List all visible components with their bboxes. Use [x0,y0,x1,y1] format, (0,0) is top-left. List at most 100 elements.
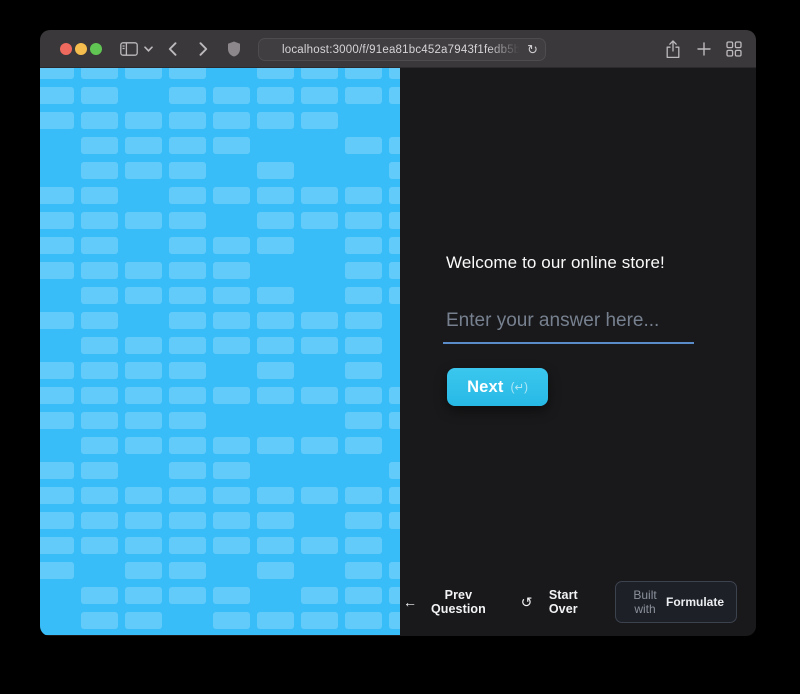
pattern-tile [40,412,74,429]
pattern-tile [40,487,74,504]
pattern-tile [213,537,250,554]
prev-question-button[interactable]: ← Prev Question [403,588,495,616]
pattern-tile [257,612,294,629]
pattern-tile [81,362,118,379]
pattern-tile [40,112,74,129]
pattern-tile [301,537,338,554]
pattern-tile [257,237,294,254]
pattern-tile [389,162,400,179]
pattern-tile [345,212,382,229]
pattern-tile [169,237,206,254]
chevron-down-icon[interactable] [144,30,153,68]
pattern-tile [389,187,400,204]
pattern-tile [169,462,206,479]
bottom-bar: ← Prev Question ↺ Start Over Built with … [400,588,756,616]
pattern-tile [213,612,250,629]
pattern-tile [389,462,400,479]
pattern-tile [40,312,74,329]
form-panel: Welcome to our online store! Next (↵) ← … [400,68,756,635]
restart-icon: ↺ [521,595,533,609]
pattern-tile [345,87,382,104]
pattern-tile [169,437,206,454]
privacy-shield-icon[interactable] [227,30,241,68]
pattern-tile [257,162,294,179]
pattern-tile [169,262,206,279]
pattern-tile [389,287,400,304]
pattern-tile [257,337,294,354]
pattern-tile [125,137,162,154]
zoom-button[interactable] [90,43,102,55]
pattern-tile [213,312,250,329]
pattern-tile [257,287,294,304]
browser-window: localhost:3000/f/91ea81bc452a7943f1fedb5… [40,30,756,636]
pattern-tile [257,212,294,229]
pattern-tile [40,87,74,104]
pattern-tile [40,512,74,529]
pattern-tile [389,562,400,579]
enter-key-hint: (↵) [511,380,528,394]
pattern-tile [81,237,118,254]
pattern-tile [389,68,400,79]
pattern-tile [81,187,118,204]
address-bar[interactable]: localhost:3000/f/91ea81bc452a7943f1fedb5… [258,38,546,61]
pattern-tile [301,612,338,629]
pattern-tile [125,362,162,379]
pattern-tile [345,387,382,404]
pattern-tile [345,362,382,379]
pattern-tile [81,462,118,479]
answer-input[interactable] [443,306,694,342]
pattern-tile [389,262,400,279]
pattern-tile [345,137,382,154]
pattern-tile [81,412,118,429]
pattern-tile [169,137,206,154]
badge-prefix: Built with [628,588,662,616]
pattern-tile [213,262,250,279]
built-with-formulate-badge[interactable]: Built with Formulate [615,581,737,623]
pattern-tile [213,112,250,129]
pattern-tile [81,437,118,454]
pattern-tile [257,562,294,579]
pattern-tile [257,112,294,129]
address-bar-url: localhost:3000/f/91ea81bc452a7943f1fedb5… [282,44,522,56]
pattern-tile [169,412,206,429]
pattern-tile [40,387,74,404]
pattern-tile [125,387,162,404]
forward-button-icon[interactable] [199,30,208,68]
start-over-button[interactable]: ↺ Start Over [521,588,589,616]
pattern-tile [40,562,74,579]
pattern-tile [389,587,400,604]
pattern-tile [40,212,74,229]
next-button[interactable]: Next (↵) [447,368,548,406]
pattern-tile [389,212,400,229]
back-button-icon[interactable] [168,30,177,68]
browser-titlebar: localhost:3000/f/91ea81bc452a7943f1fedb5… [40,30,756,68]
pattern-tile [301,337,338,354]
pattern-tile [301,487,338,504]
pattern-tile [345,287,382,304]
pattern-tile [257,437,294,454]
pattern-tile [169,537,206,554]
pattern-tile [125,412,162,429]
close-button[interactable] [60,43,72,55]
pattern-tile [257,537,294,554]
pattern-tile [40,537,74,554]
share-icon[interactable] [665,30,681,68]
pattern-tile [169,112,206,129]
pattern-tile [169,562,206,579]
pattern-tile [345,68,382,79]
pattern-tile [301,437,338,454]
reload-icon[interactable]: ↻ [527,39,538,60]
pattern-tile [301,187,338,204]
tab-overview-icon[interactable] [726,30,742,68]
new-tab-plus-icon[interactable] [697,30,711,68]
pattern-tile [257,312,294,329]
pattern-tile [169,68,206,79]
pattern-tile [169,512,206,529]
pattern-tile [81,512,118,529]
pattern-tile [81,287,118,304]
answer-field-wrapper [443,306,694,344]
pattern-tile [345,312,382,329]
sidebar-toggle-icon[interactable] [120,30,138,68]
pattern-tile [125,562,162,579]
minimize-button[interactable] [75,43,87,55]
